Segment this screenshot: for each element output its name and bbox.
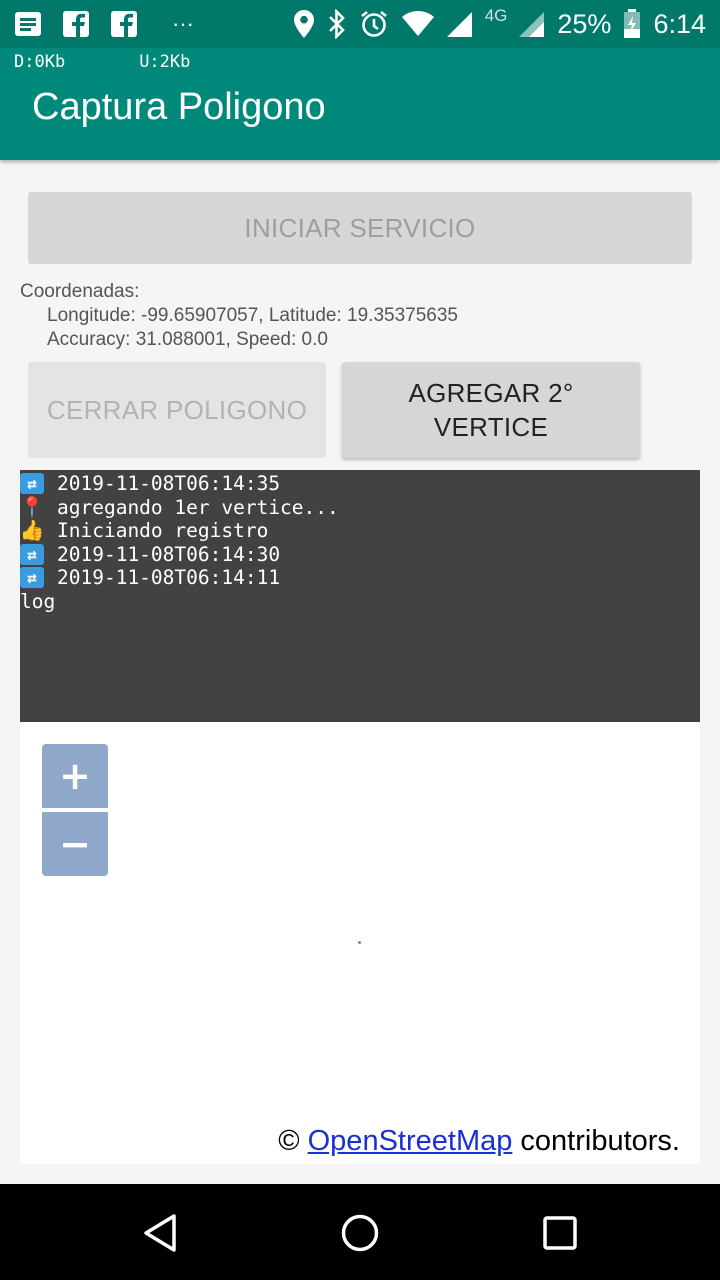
notes-icon [14, 11, 42, 37]
log-text: 2019-11-08T06:14:30 [57, 542, 281, 566]
traffic-meter: D:0Kb U:2Kb [14, 52, 190, 72]
pin-icon: 📍 [19, 494, 45, 519]
log-line: log [20, 589, 56, 613]
log-line: ⇄ 2019-11-08T06:14:35 [20, 472, 700, 496]
battery-icon [623, 9, 641, 39]
log-text: Iniciando registro [57, 519, 269, 542]
facebook-icon [62, 10, 90, 38]
zoom-out-button[interactable]: − [42, 812, 108, 876]
download-rate: D:0Kb [14, 52, 66, 72]
network-type: 4G [484, 6, 508, 25]
sync-icon: ⇄ [20, 473, 44, 495]
attribution-suffix: contributors. [512, 1125, 680, 1157]
home-icon[interactable] [339, 1212, 381, 1254]
coordinates-accuracy: Accuracy: 31.088001, Speed: 0.0 [47, 329, 328, 350]
log-text: 2019-11-08T06:14:11 [57, 566, 281, 589]
map-view[interactable]: + − © OpenStreetMap contributors. [20, 722, 700, 1164]
clock: 6:14 [653, 8, 706, 39]
map-attribution: © OpenStreetMap contributors. [278, 1125, 680, 1158]
alarm-icon [359, 9, 389, 39]
bluetooth-icon [327, 9, 347, 39]
log-line: ⇄ 2019-11-08T06:14:11 [20, 566, 700, 590]
close-polygon-button[interactable]: CERRAR POLIGONO [28, 362, 326, 458]
app-title: Captura Poligono [32, 86, 326, 128]
upload-rate: U:2Kb [139, 52, 191, 72]
zoom-in-button[interactable]: + [42, 744, 108, 808]
recents-icon[interactable] [539, 1212, 581, 1254]
coordinates-label: Coordenadas: [20, 281, 140, 302]
sync-icon: ⇄ [20, 567, 44, 589]
navigation-bar [0, 1184, 720, 1280]
battery-percent: 25% [557, 8, 612, 39]
log-panel[interactable]: ⇄ 2019-11-08T06:14:35 📍 agregando 1er vert… [20, 470, 700, 722]
log-line: 👍 Iniciando registro [19, 518, 700, 543]
more-notifications: ··· [172, 11, 194, 36]
wifi-icon [401, 10, 435, 38]
facebook-icon [110, 10, 138, 38]
add-vertex-button[interactable]: AGREGAR 2° VERTICE [342, 362, 640, 458]
log-line: ⇄ 2019-11-08T06:14:30 [20, 543, 700, 567]
log-text: 2019-11-08T06:14:35 [57, 472, 281, 495]
signal-icon [446, 10, 473, 38]
signal-icon [519, 10, 545, 38]
coordinates-position: Longitude: -99.65907057, Latitude: 19.35… [47, 305, 458, 326]
attribution-prefix: © [278, 1125, 308, 1157]
log-text: agregando 1er vertice... [57, 495, 339, 519]
sync-icon: ⇄ [20, 543, 44, 565]
coordinates-panel: Coordenadas: Longitude: -99.65907057, La… [20, 280, 458, 352]
thumbs-up-icon: 👍 [19, 518, 45, 542]
openstreetmap-link[interactable]: OpenStreetMap [308, 1125, 513, 1157]
back-icon[interactable] [139, 1212, 181, 1254]
start-service-button[interactable]: INICIAR SERVICIO [28, 192, 692, 264]
app-bar: D:0Kb U:2Kb Captura Poligono [0, 48, 720, 160]
location-icon [293, 9, 315, 39]
status-bar: ··· 4G 25% 6:14 [0, 0, 720, 48]
log-line: 📍 agregando 1er vertice... [19, 494, 700, 520]
location-marker [358, 941, 361, 944]
